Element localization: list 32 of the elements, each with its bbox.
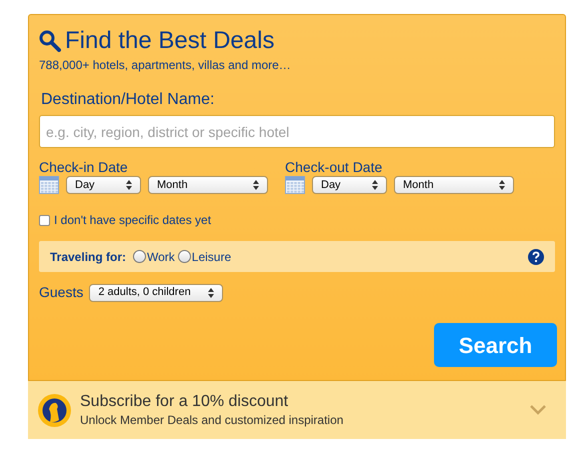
guests-select[interactable]: 2 adults, 0 children xyxy=(89,284,224,302)
no-dates-label: I don't have specific dates yet xyxy=(54,212,212,229)
day-select[interactable]: Day xyxy=(312,176,387,194)
radio-button[interactable] xyxy=(178,250,191,263)
date-label: Check-in Date xyxy=(39,159,129,175)
date-label: Check-out Date xyxy=(285,159,384,175)
updown-arrows-icon xyxy=(208,288,214,298)
updown-arrows-icon xyxy=(372,180,378,190)
destination-field[interactable]: e.g. city, region, district or specific hotel xyxy=(39,115,555,148)
day-select[interactable]: Day xyxy=(66,176,141,194)
silhouette-icon xyxy=(38,394,71,426)
panel-title: Find the Best Deals xyxy=(65,27,274,55)
traveling-label: Traveling for: xyxy=(50,248,126,266)
panel-subtitle: 788,000+ hotels, apartments, villas and more… xyxy=(39,57,292,74)
help-icon[interactable] xyxy=(528,248,544,264)
search-icon xyxy=(39,30,61,52)
calendar-icon xyxy=(39,176,59,194)
radio-label: Work xyxy=(147,248,175,266)
month-select[interactable]: Month xyxy=(394,176,514,194)
no-dates-checkbox[interactable] xyxy=(39,214,50,226)
radio-label: Leisure xyxy=(192,248,232,266)
updown-arrows-icon xyxy=(253,180,259,190)
subscribe-title: Subscribe for a 10% discount xyxy=(80,392,290,410)
subscribe-subtitle: Unlock Member Deals and customized inspiration xyxy=(80,412,344,428)
calendar-icon xyxy=(285,176,305,194)
radio-button[interactable] xyxy=(133,250,146,263)
destination-label: Destination/Hotel Name: xyxy=(41,90,216,110)
updown-arrows-icon xyxy=(499,180,505,190)
subscribe-bar[interactable]: Subscribe for a 10% discount Unlock Member Deals and customized inspiration xyxy=(28,381,566,439)
guests-label: Guests xyxy=(39,283,84,302)
updown-arrows-icon xyxy=(126,180,132,190)
month-select[interactable]: Month xyxy=(148,176,268,194)
